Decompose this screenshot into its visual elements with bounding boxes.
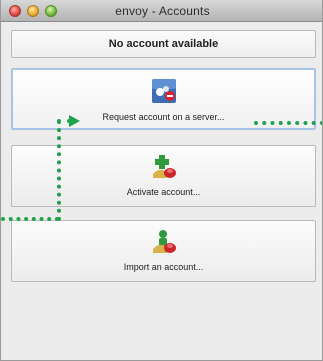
annotation-dotted-line-right xyxy=(254,121,322,125)
annotation-dotted-line-vertical xyxy=(57,120,61,221)
account-status-text: No account available xyxy=(108,38,219,50)
activate-account-icon xyxy=(152,155,176,178)
account-status-box: No account available xyxy=(11,30,316,58)
window-title: envoy - Accounts xyxy=(115,4,210,18)
title-bar[interactable]: envoy - Accounts xyxy=(1,0,322,22)
server-account-icon xyxy=(151,79,176,103)
import-account-button[interactable]: Import an account... xyxy=(11,220,316,282)
accounts-window: envoy - Accounts No account available Re… xyxy=(0,0,323,361)
import-account-icon xyxy=(152,230,176,253)
annotation-arrow-icon xyxy=(69,115,80,127)
import-account-label: Import an account... xyxy=(123,262,204,272)
annotation-dotted-line-left xyxy=(1,217,59,221)
